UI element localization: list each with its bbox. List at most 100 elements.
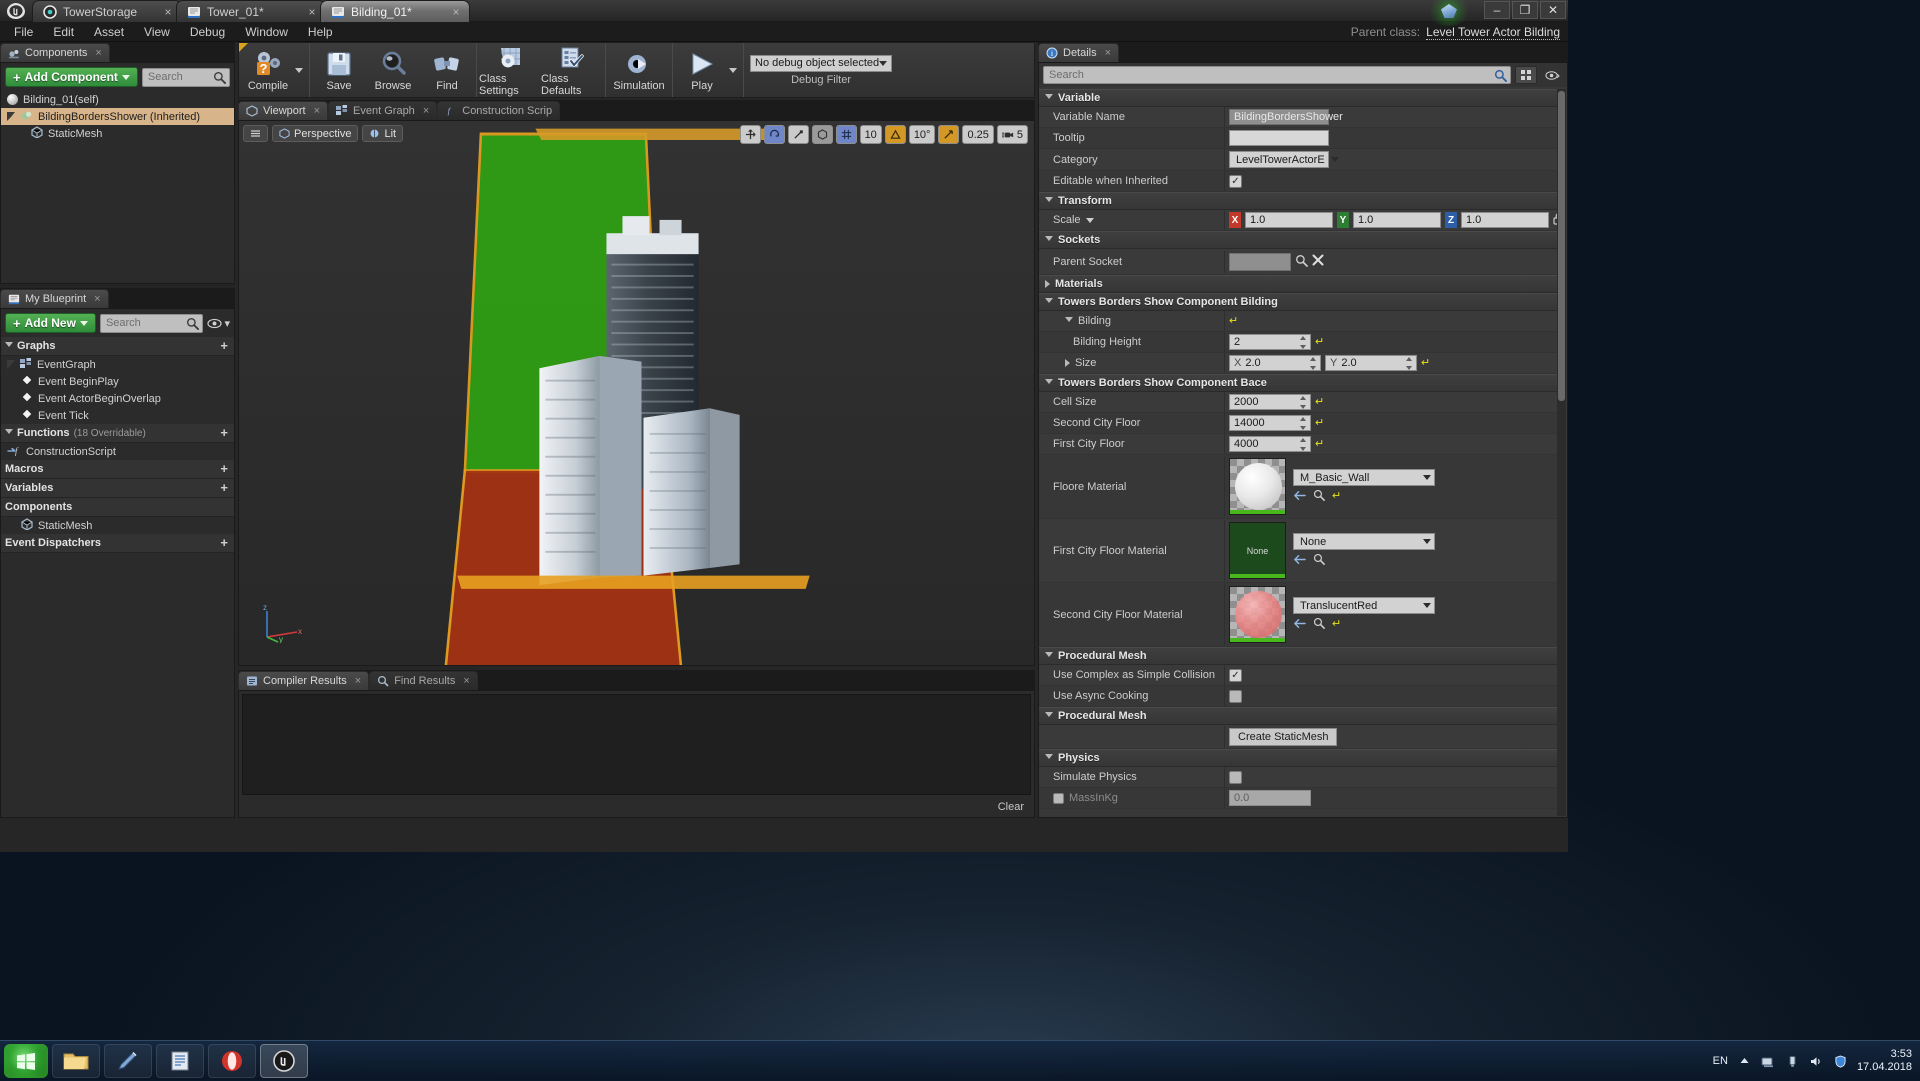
spinner-icon[interactable] xyxy=(1300,336,1308,349)
visibility-filter-button[interactable]: ▾ xyxy=(207,317,230,330)
spinner-icon[interactable] xyxy=(1300,396,1308,409)
spinner-icon[interactable] xyxy=(1310,357,1318,370)
size-x-field[interactable]: X 2.0 xyxy=(1229,355,1321,371)
close-button[interactable]: ✕ xyxy=(1540,1,1566,19)
component-item-staticmesh[interactable]: StaticMesh xyxy=(1,517,234,534)
second-city-floor-material-thumbnail[interactable] xyxy=(1229,586,1286,643)
scale-x-field[interactable]: 1.0 xyxy=(1245,212,1333,228)
floore-material-combo[interactable]: M_Basic_Wall xyxy=(1293,469,1435,486)
world-space-icon[interactable] xyxy=(812,125,833,144)
menu-window[interactable]: Window xyxy=(235,22,298,42)
details-settings-button[interactable] xyxy=(1541,66,1563,84)
graph-item-event-beginplay[interactable]: Event BeginPlay xyxy=(1,373,234,390)
close-icon[interactable]: × xyxy=(1105,47,1111,59)
variable-name-field[interactable]: BildingBordersShower xyxy=(1229,109,1329,125)
save-button[interactable]: Save xyxy=(312,43,366,97)
scale-gizmo-icon[interactable] xyxy=(788,125,809,144)
tab-components[interactable]: Components × xyxy=(0,43,110,62)
category-procedural-mesh-2[interactable]: Procedural Mesh xyxy=(1039,707,1557,725)
cell-size-field[interactable]: 2000 xyxy=(1229,394,1311,410)
clear-icon[interactable] xyxy=(1312,254,1324,269)
component-tree-item-staticmesh[interactable]: StaticMesh xyxy=(1,125,234,142)
use-selected-icon[interactable] xyxy=(1293,618,1306,632)
graph-item-event-tick[interactable]: Event Tick xyxy=(1,407,234,424)
class-settings-button[interactable]: Class Settings xyxy=(479,43,541,97)
reset-icon[interactable]: ↵ xyxy=(1332,619,1341,630)
volume-icon[interactable] xyxy=(1809,1054,1824,1069)
component-tree-item-self[interactable]: Bilding_01(self) xyxy=(1,91,234,108)
size-y-field[interactable]: Y 2.0 xyxy=(1325,355,1417,371)
taskbar-item-editor[interactable] xyxy=(104,1044,152,1078)
graph-item-event-actorbeginoverlap[interactable]: Event ActorBeginOverlap xyxy=(1,390,234,407)
add-variable-button[interactable]: + xyxy=(220,482,228,494)
rotate-gizmo-icon[interactable] xyxy=(764,125,785,144)
details-search-input[interactable]: Search xyxy=(1043,66,1511,84)
play-button[interactable]: Play xyxy=(675,43,729,97)
find-button[interactable]: Find xyxy=(420,43,474,97)
compile-dropdown-button[interactable] xyxy=(295,43,307,97)
viewport-3d[interactable]: Perspective Lit xyxy=(238,120,1035,666)
minimize-button[interactable]: – xyxy=(1484,1,1510,19)
my-blueprint-search-input[interactable]: Search xyxy=(100,314,204,333)
tab-viewport[interactable]: Viewport × xyxy=(238,101,328,120)
add-function-button[interactable]: + xyxy=(220,427,228,439)
menu-help[interactable]: Help xyxy=(298,22,343,42)
editable-when-inherited-checkbox[interactable]: ✓ xyxy=(1229,175,1242,188)
network-icon[interactable] xyxy=(1761,1054,1776,1069)
expander-icon[interactable] xyxy=(7,112,15,121)
browse-icon[interactable] xyxy=(1313,489,1325,504)
components-search-input[interactable]: Search xyxy=(142,68,230,87)
first-city-floor-field[interactable]: 4000 xyxy=(1229,436,1311,452)
first-city-floor-material-combo[interactable]: None xyxy=(1293,533,1435,550)
close-icon[interactable]: × xyxy=(94,293,100,305)
menu-debug[interactable]: Debug xyxy=(180,22,235,42)
scale-snap-value[interactable]: 0.25 xyxy=(962,125,993,144)
taskbar-item-notepad[interactable] xyxy=(156,1044,204,1078)
section-graphs[interactable]: Graphs + xyxy=(1,337,234,356)
debug-filter-dropdown[interactable]: No debug object selected xyxy=(750,55,892,72)
browse-icon[interactable] xyxy=(1313,617,1325,632)
component-tree-item-bildingbordersshower[interactable]: BildingBordersShower (Inherited) xyxy=(1,108,234,125)
scale-z-field[interactable]: 1.0 xyxy=(1461,212,1549,228)
add-event-dispatcher-button[interactable]: + xyxy=(220,537,228,549)
angle-snap-value[interactable]: 10° xyxy=(909,125,936,144)
close-icon[interactable]: × xyxy=(449,5,463,19)
simulate-physics-checkbox[interactable] xyxy=(1229,771,1242,784)
second-city-floor-material-combo[interactable]: TranslucentRed xyxy=(1293,597,1435,614)
category-towers-borders-bace[interactable]: Towers Borders Show Component Bace xyxy=(1039,374,1557,392)
chevron-down-icon[interactable] xyxy=(1086,218,1094,223)
use-async-cooking-checkbox[interactable] xyxy=(1229,690,1242,703)
tab-construction-script[interactable]: f Construction Scrip xyxy=(437,101,560,120)
expander-icon[interactable] xyxy=(1065,359,1070,367)
transform-gizmo-icon[interactable] xyxy=(740,125,761,144)
usb-icon[interactable] xyxy=(1785,1054,1800,1069)
tab-details[interactable]: i Details × xyxy=(1038,43,1119,62)
expander-icon[interactable] xyxy=(1065,317,1073,326)
close-icon[interactable]: × xyxy=(95,47,101,59)
reset-icon[interactable]: ↵ xyxy=(1421,358,1430,369)
menu-edit[interactable]: Edit xyxy=(43,22,84,42)
start-button[interactable] xyxy=(4,1044,48,1078)
function-item-constructionscript[interactable]: f ConstructionScript xyxy=(1,443,234,460)
section-macros[interactable]: Macros + xyxy=(1,460,234,479)
grid-snap-icon[interactable] xyxy=(836,125,857,144)
category-transform[interactable]: Transform xyxy=(1039,192,1557,210)
add-component-button[interactable]: + Add Component xyxy=(5,67,138,87)
category-materials[interactable]: Materials xyxy=(1039,275,1557,293)
add-new-button[interactable]: + Add New xyxy=(5,313,96,333)
bilding-height-field[interactable]: 2 xyxy=(1229,334,1311,350)
details-scrollbar[interactable] xyxy=(1557,89,1566,816)
window-tab-towerstorage[interactable]: TowerStorage × xyxy=(32,0,182,22)
camera-speed-icon[interactable]: 5 xyxy=(997,125,1028,144)
viewport-viewmode-dropdown[interactable]: Lit xyxy=(362,125,403,142)
close-icon[interactable]: × xyxy=(355,675,361,687)
tab-my-blueprint[interactable]: My Blueprint × xyxy=(0,289,109,308)
show-hidden-icon[interactable] xyxy=(1737,1054,1752,1069)
reset-icon[interactable]: ↵ xyxy=(1315,337,1324,348)
compiler-results-list[interactable] xyxy=(242,694,1031,795)
create-staticmesh-button[interactable]: Create StaticMesh xyxy=(1229,728,1337,746)
expander-icon[interactable] xyxy=(7,360,15,369)
graph-item-eventgraph[interactable]: EventGraph xyxy=(1,356,234,373)
viewport-perspective-dropdown[interactable]: Perspective xyxy=(272,125,358,142)
first-city-floor-material-thumbnail[interactable]: None xyxy=(1229,522,1286,579)
